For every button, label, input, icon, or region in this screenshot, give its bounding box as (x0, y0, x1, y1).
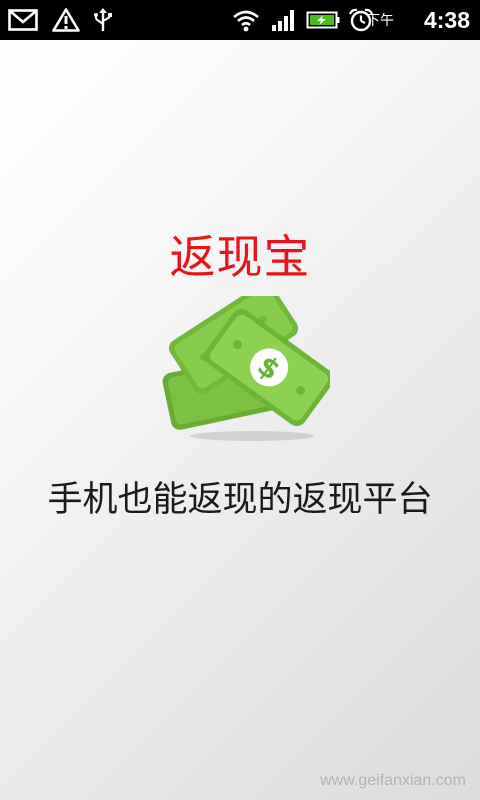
gmail-icon (8, 9, 38, 31)
money-stack-icon: $ (162, 296, 330, 441)
status-clock: 4:38 (423, 7, 470, 33)
signal-icon (272, 10, 294, 31)
status-ampm: 下午 (366, 13, 394, 29)
usb-icon (94, 8, 112, 31)
app-title: 返现宝 (169, 230, 311, 284)
watermark-url: www.geifanxian.com (320, 772, 466, 789)
warning-icon (52, 8, 80, 32)
battery-icon (306, 11, 340, 29)
status-bar: 下午 4:38 (0, 0, 480, 40)
app-tagline: 手机也能返现的返现平台 (47, 480, 433, 520)
wifi-icon (233, 10, 259, 32)
